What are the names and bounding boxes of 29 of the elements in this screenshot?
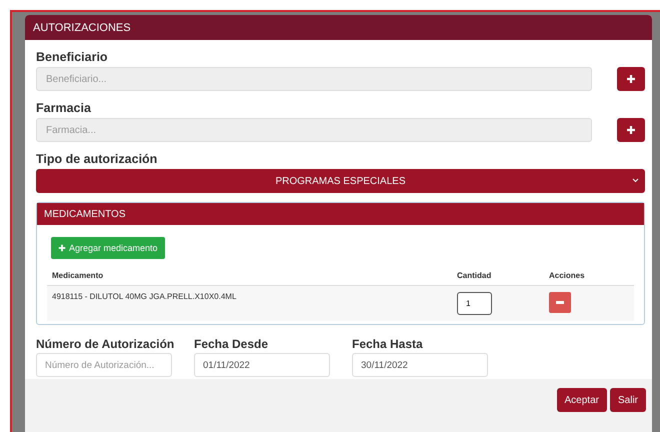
column-header: Cantidad — [457, 271, 492, 280]
farmacia-field[interactable]: Farmacia... — [36, 118, 592, 142]
modal-title: AUTORIZACIONES — [25, 15, 652, 40]
field-label: Farmacia — [36, 101, 92, 115]
beneficiario-field[interactable]: Beneficiario... — [36, 67, 592, 91]
plus-icon — [58, 244, 66, 252]
column-header: Acciones — [549, 271, 586, 280]
table-cell-text: 4918115 - DILUTOL 40MG JGA.PRELL.X10X0.4ML — [52, 292, 238, 301]
plus-icon — [626, 74, 636, 84]
input-field[interactable]: Número de Autorización... — [36, 353, 172, 377]
remove-button[interactable] — [549, 292, 571, 313]
field-label: Beneficiario — [36, 50, 109, 64]
type-select[interactable]: PROGRAMAS ESPECIALES — [36, 169, 645, 193]
plus-icon — [626, 125, 636, 135]
field-label: Fecha Hasta — [352, 337, 424, 351]
panel-title: MEDICAMENTOS — [37, 203, 644, 225]
chevron-down-icon — [632, 178, 639, 183]
add-button[interactable] — [617, 67, 645, 91]
footer-button[interactable]: Aceptar — [556, 388, 607, 412]
input-field[interactable]: 30/11/2022 — [352, 353, 488, 377]
quantity-field[interactable]: 1 — [457, 292, 492, 315]
input-field[interactable]: 01/11/2022 — [194, 353, 330, 377]
field-label: Tipo de autorización — [36, 152, 158, 166]
minus-icon — [556, 301, 564, 304]
field-label: Fecha Desde — [194, 337, 270, 351]
add-button[interactable] — [617, 118, 645, 142]
column-header: Medicamento — [52, 271, 104, 280]
footer-button[interactable]: Salir — [610, 388, 646, 412]
field-label: Número de Autorización — [36, 337, 172, 351]
